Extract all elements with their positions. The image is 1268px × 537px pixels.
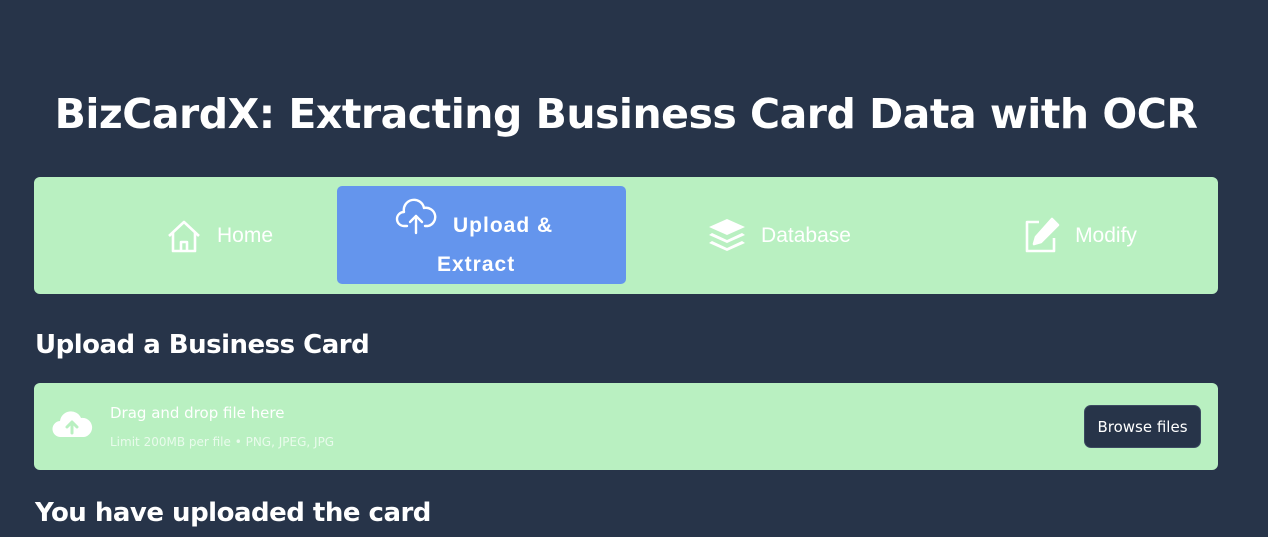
- upload-section-heading: Upload a Business Card: [35, 330, 370, 360]
- uploaded-card-heading: You have uploaded the card: [35, 498, 431, 528]
- nav-item-database[interactable]: Database: [654, 187, 904, 284]
- cloud-upload-icon: [51, 409, 93, 445]
- house-icon: [165, 217, 203, 255]
- nav-item-home[interactable]: Home: [94, 187, 344, 284]
- browse-files-button[interactable]: Browse files: [1084, 405, 1201, 448]
- nav-item-label: Home: [216, 223, 274, 247]
- nav-item-modify[interactable]: Modify: [954, 187, 1204, 284]
- nav-item-label: Database: [761, 223, 851, 247]
- nav-menu: Home Upload & Extract Database Modify: [34, 177, 1218, 294]
- nav-item-upload-extract[interactable]: Upload & Extract: [337, 186, 626, 284]
- file-dropzone[interactable]: Drag and drop file here Limit 200MB per …: [34, 383, 1218, 470]
- page-title: BizCardX: Extracting Business Card Data …: [54, 90, 1198, 138]
- dropzone-instruction: Drag and drop file here: [110, 404, 285, 422]
- nav-item-label-line2: Extract: [437, 253, 516, 276]
- pencil-square-icon: [1021, 216, 1061, 256]
- cloud-upload-icon: [395, 197, 437, 235]
- dropzone-limits: Limit 200MB per file • PNG, JPEG, JPG: [110, 435, 335, 449]
- nav-item-label-line1: Upload &: [453, 214, 554, 237]
- app-page: BizCardX: Extracting Business Card Data …: [0, 0, 1268, 537]
- nav-item-label: Modify: [1075, 223, 1137, 247]
- layers-icon: [707, 216, 747, 256]
